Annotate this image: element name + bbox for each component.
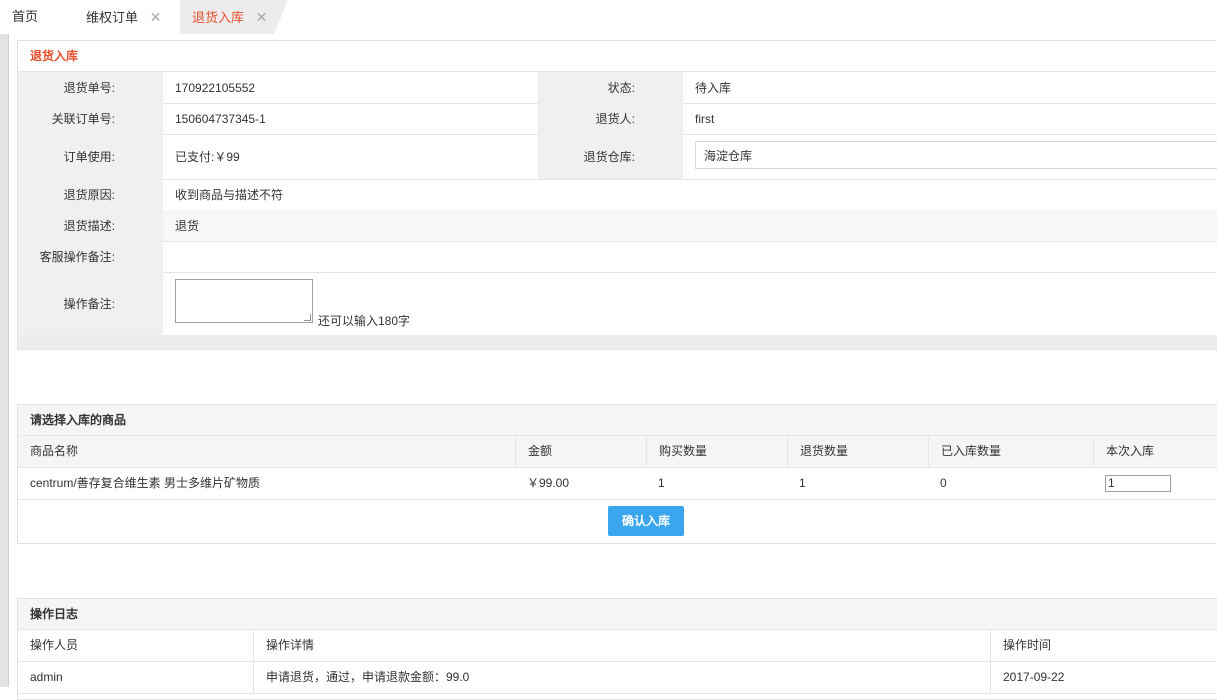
operation-log-panel: 操作日志 操作人员 操作详情 操作时间 admin 申请退货，通过，申请退款金额… [17, 598, 1217, 700]
tab-return-inbound[interactable]: 退货入库 ✕ [180, 0, 288, 34]
info-row: 操作备注: 还可以输入180字 [18, 272, 1217, 336]
return-no-label: 退货单号: [18, 72, 163, 103]
order-no-value: 150604737345-1 [175, 111, 266, 126]
panel-title: 操作日志 [18, 599, 1217, 630]
info-row: 订单使用: 已支付:￥99 退货仓库: 海淀仓库 [18, 134, 1217, 180]
column-header: 购买数量 [646, 436, 787, 467]
returner-value: first [695, 111, 715, 126]
column-header: 退货数量 [787, 436, 928, 467]
panel-title: 请选择入库的商品 [18, 405, 1217, 436]
log-detail: 申请退货，通过，申请退款金额：99.0 [253, 662, 990, 693]
confirm-inbound-button[interactable]: 确认入库 [608, 506, 684, 536]
column-header: 操作人员 [30, 638, 79, 652]
description-value: 退货 [163, 210, 1217, 241]
tab-return-inbound-label: 退货入库 [192, 10, 245, 25]
op-remark-textarea[interactable] [175, 279, 313, 323]
table-row: admin 申请退货，通过，申请退款金额：99.0 2017-09-22 [18, 662, 1217, 694]
sidebar-collapse-rail[interactable] [0, 34, 9, 687]
returner-label: 退货人: [538, 103, 683, 134]
info-row: 退货描述: 退货 [18, 210, 1217, 242]
info-row: 退货原因: 收到商品与描述不符 [18, 179, 1217, 211]
goods-returned-qty: 1 [799, 476, 806, 490]
tab-home[interactable]: 首页 [12, 0, 38, 34]
order-no-label: 关联订单号: [18, 103, 163, 134]
goods-panel: 请选择入库的商品 商品名称 金额 购买数量 退货数量 已入库数量 本次入库 ce… [17, 404, 1217, 544]
cs-remark-label: 客服操作备注: [18, 241, 163, 272]
order-usage-value: 已支付:￥99 [175, 150, 240, 164]
column-header: 金额 [515, 436, 646, 467]
status-label: 状态: [538, 72, 683, 103]
description-label: 退货描述: [18, 210, 163, 241]
warehouse-select[interactable]: 海淀仓库 [695, 141, 1217, 169]
close-icon[interactable]: ✕ [256, 0, 268, 34]
cs-remark-value [163, 241, 1217, 272]
tab-rights-orders-label: 维权订单 [86, 10, 139, 25]
warehouse-label: 退货仓库: [538, 134, 683, 179]
panel-title: 退货入库 [18, 41, 1217, 72]
log-operator: admin [30, 670, 63, 684]
order-usage-label: 订单使用: [18, 134, 163, 179]
tab-home-label: 首页 [12, 9, 39, 24]
goods-stocked-qty: 0 [940, 476, 947, 490]
warehouse-cell: 海淀仓库 [683, 134, 1217, 179]
tab-rights-orders[interactable]: 维权订单 ✕ [86, 0, 161, 34]
close-icon[interactable]: ✕ [150, 0, 162, 34]
goods-amount: ￥99.00 [527, 476, 570, 490]
info-row: 退货单号: 170922105552 状态: 待入库 [18, 72, 1217, 104]
column-header: 操作详情 [253, 630, 990, 661]
goods-purchased-qty: 1 [658, 476, 665, 490]
tab-bar: 首页 维权订单 ✕ 退货入库 ✕ [0, 0, 1217, 34]
status-value: 待入库 [695, 81, 732, 95]
column-header: 已入库数量 [928, 436, 1093, 467]
op-remark-cell: 还可以输入180字 [163, 272, 1217, 335]
info-row: 关联订单号: 150604737345-1 退货人: first [18, 103, 1217, 135]
return-no-value: 170922105552 [175, 80, 256, 95]
info-row: 客服操作备注: [18, 241, 1217, 273]
column-header: 商品名称 [30, 444, 79, 458]
table-header: 商品名称 金额 购买数量 退货数量 已入库数量 本次入库 [18, 436, 1217, 468]
table-row: centrum/善存复合维生素 男士多维片矿物质 ￥99.00 1 1 0 1 [18, 468, 1217, 500]
op-remark-char-count: 还可以输入180字 [318, 314, 411, 328]
op-remark-label: 操作备注: [18, 272, 163, 335]
table-header: 操作人员 操作详情 操作时间 [18, 630, 1217, 662]
reason-value: 收到商品与描述不符 [175, 188, 284, 202]
log-time: 2017-09-22 [990, 662, 1217, 693]
inbound-qty-cell: 1 [1093, 468, 1217, 499]
column-header: 本次入库 [1093, 436, 1217, 467]
return-info-panel: 退货入库 退货单号: 170922105552 状态: 待入库 关联订单号: 1… [17, 40, 1217, 350]
panel-footer-bar [18, 335, 1217, 349]
column-header: 操作时间 [990, 630, 1217, 661]
reason-label: 退货原因: [18, 179, 163, 210]
goods-name: centrum/善存复合维生素 男士多维片矿物质 [30, 476, 261, 490]
inbound-qty-input[interactable]: 1 [1105, 475, 1171, 492]
